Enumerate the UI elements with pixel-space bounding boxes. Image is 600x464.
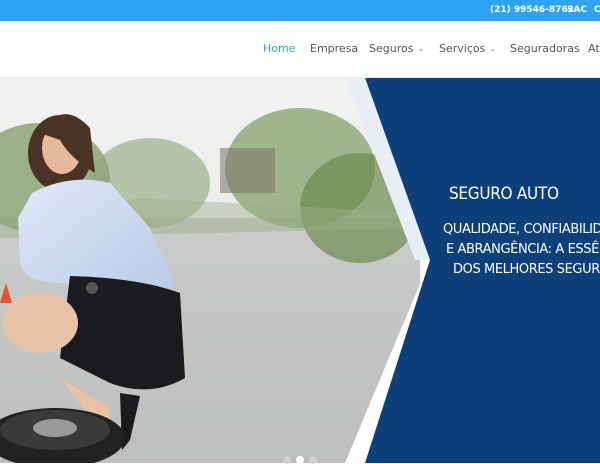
nav-seguradoras[interactable]: Seguradoras	[510, 42, 580, 55]
site-header: Home Empresa Seguros ⌄ Serviços ⌄ Segurado…	[0, 21, 600, 78]
nav-servicos-label: Serviços	[439, 42, 486, 55]
chevron-down-icon: ⌄	[417, 44, 425, 53]
top-bar: (21) 99546-8762 SAC C	[0, 0, 600, 21]
sac-link[interactable]: SAC	[567, 5, 587, 15]
nav-seguros-label: Seguros	[369, 42, 414, 55]
nav-atendimento[interactable]: At	[588, 42, 600, 55]
nav-servicos[interactable]: Serviços ⌄	[439, 42, 496, 55]
nav-seguros[interactable]: Seguros ⌄	[369, 42, 424, 55]
hero-title: SEGURO AUTO	[449, 184, 559, 204]
hero-subtitle-line: E ABRANGÊNCIA: A ESSÊN	[446, 242, 600, 257]
topbar-link-cut[interactable]: C	[594, 5, 600, 15]
phone-number[interactable]: (21) 99546-8762	[490, 5, 574, 15]
nav-empresa[interactable]: Empresa	[310, 42, 358, 55]
hero-subtitle-line: QUALIDADE, CONFIABILID	[443, 222, 600, 237]
nav-home[interactable]: Home	[263, 42, 295, 55]
chevron-down-icon: ⌄	[489, 44, 497, 53]
hero-slider: SEGURO AUTO QUALIDADE, CONFIABILID E ABR…	[0, 78, 600, 463]
hero-subtitle-line: DOS MELHORES SEGURO	[453, 262, 600, 277]
